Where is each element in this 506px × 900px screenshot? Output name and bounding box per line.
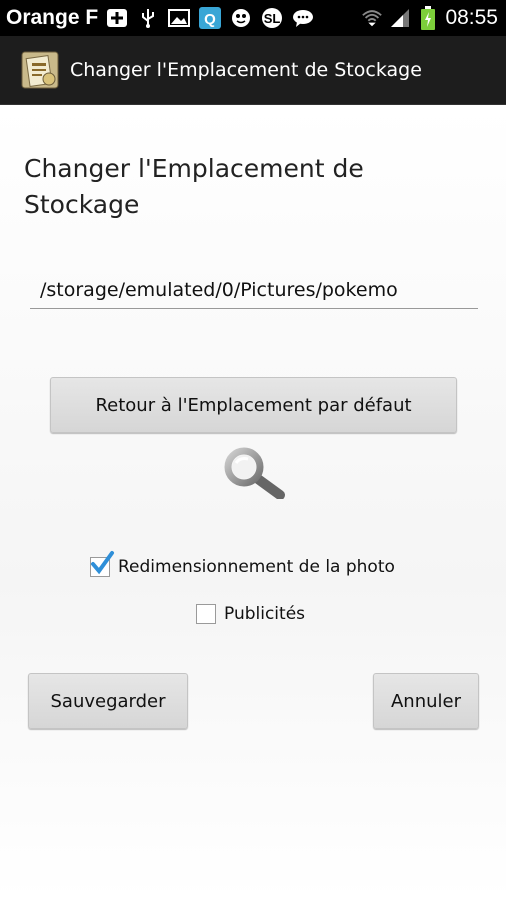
svg-text:Q: Q: [204, 11, 216, 28]
usb-icon: [137, 7, 159, 29]
sl-app-icon: SL: [261, 7, 283, 29]
clock: 08:55: [445, 6, 498, 29]
checkmark-icon: [91, 551, 114, 575]
face-icon: [230, 7, 252, 29]
app-icon[interactable]: [18, 48, 62, 92]
status-bar: Orange F Q SL 08:55: [0, 0, 506, 36]
image-icon: [168, 7, 191, 29]
cancel-button[interactable]: Annuler: [373, 673, 479, 729]
svg-text:SL: SL: [264, 11, 281, 26]
save-button[interactable]: Sauvegarder: [28, 673, 188, 729]
ads-option[interactable]: Publicités: [196, 604, 305, 624]
system-icons: 08:55: [361, 0, 498, 36]
ads-label: Publicités: [224, 604, 306, 624]
resize-photo-option[interactable]: Redimensionnement de la photo: [90, 551, 395, 577]
ads-checkbox[interactable]: [196, 604, 216, 624]
signal-icon: [389, 7, 411, 29]
reset-default-location-button[interactable]: Retour à l'Emplacement par défaut: [50, 377, 457, 433]
resize-photo-checkbox[interactable]: [90, 551, 114, 577]
action-bar-title: Changer l'Emplacement de Stockage: [70, 59, 422, 81]
resize-photo-label: Redimensionnement de la photo: [118, 557, 395, 577]
q-app-icon: Q: [199, 7, 222, 29]
wifi-icon: [361, 7, 383, 29]
storage-path-input[interactable]: [30, 271, 478, 309]
main-content: Changer l'Emplacement de Stockage Retour…: [0, 105, 506, 900]
battery-icon: [417, 6, 439, 30]
page-title: Changer l'Emplacement de Stockage: [24, 154, 364, 219]
carrier-name: Orange F: [6, 6, 99, 29]
search-icon[interactable]: [220, 447, 288, 500]
notification-icons: Q SL: [106, 7, 314, 29]
action-bar: Changer l'Emplacement de Stockage: [0, 36, 506, 105]
plus-notification-icon: [106, 7, 128, 29]
chat-icon: [292, 7, 314, 29]
